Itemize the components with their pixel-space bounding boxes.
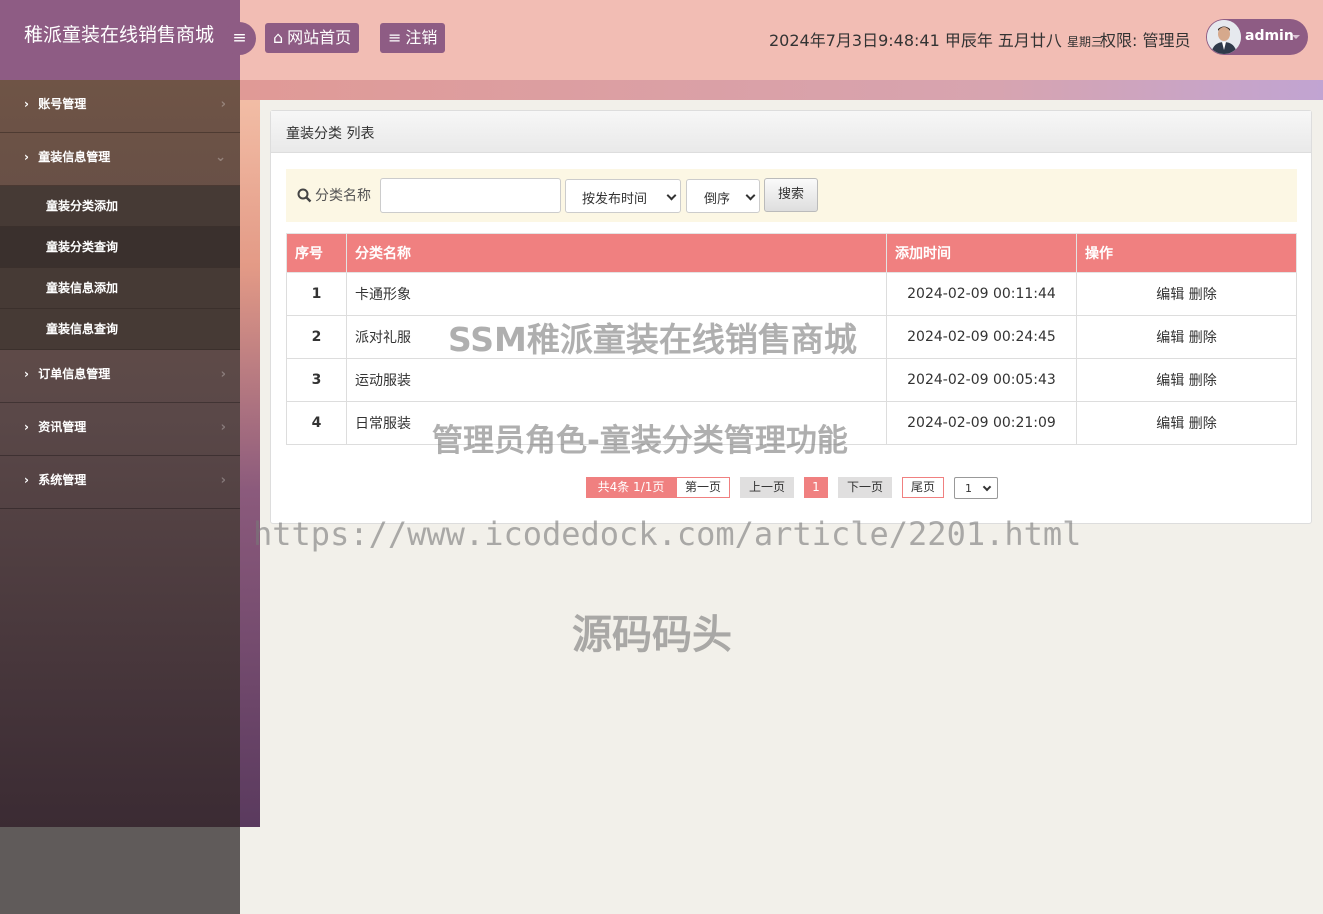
content-band xyxy=(240,80,1323,100)
search-label: 分类名称 xyxy=(315,188,371,204)
row-number: 2 xyxy=(286,315,347,359)
row-actions[interactable]: 编辑 删除 xyxy=(1076,358,1297,402)
row-number: 4 xyxy=(286,401,347,445)
row-number: 3 xyxy=(286,358,347,402)
home-icon: ⌂ xyxy=(273,28,284,47)
chevron-down-icon xyxy=(666,190,677,201)
sidebar-item-orders[interactable]: › 订单信息管理 › xyxy=(0,350,240,403)
watermark-subtitle: 管理员角色-童装分类管理功能 xyxy=(432,423,848,459)
logout-button[interactable]: ≡ 注销 xyxy=(380,23,446,53)
chevron-right-icon: › xyxy=(220,367,226,382)
user-menu[interactable]: admin xyxy=(1206,19,1308,55)
sidebar-item-clothing[interactable]: › 童装信息管理 ⌄ xyxy=(0,133,240,186)
chevron-down-icon xyxy=(982,482,992,492)
sidebar-item-label: 童装信息管理 xyxy=(38,150,111,164)
search-bar: 分类名称 按发布时间 倒序 搜索 xyxy=(286,169,1297,222)
table-row: 3 运动服装 2024-02-09 00:05:43 编辑 删除 xyxy=(286,358,1297,402)
added-time: 2024-02-09 00:05:43 xyxy=(886,358,1077,402)
column-header: 分类名称 xyxy=(346,233,887,273)
chevron-right-icon: › xyxy=(220,420,226,435)
first-page-button[interactable]: 第一页 xyxy=(676,477,730,498)
chevron-right-icon: › xyxy=(24,150,29,164)
row-actions[interactable]: 编辑 删除 xyxy=(1076,401,1297,445)
sidebar-item-label: 系统管理 xyxy=(38,473,87,487)
username: admin xyxy=(1245,28,1294,44)
page-select-value: 1 xyxy=(965,482,972,495)
sidebar-subitem-category-query[interactable]: 童装分类查询 xyxy=(0,227,240,268)
chevron-right-icon: › xyxy=(24,97,29,111)
page-select[interactable]: 1 xyxy=(954,477,998,499)
column-header: 序号 xyxy=(286,233,347,273)
avatar xyxy=(1207,20,1241,54)
category-name: 卡通形象 xyxy=(346,272,887,316)
prev-page-button[interactable]: 上一页 xyxy=(740,477,794,498)
search-button[interactable]: 搜索 xyxy=(764,178,818,212)
sidebar-item-label: 资讯管理 xyxy=(38,420,87,434)
sort-order-value: 倒序 xyxy=(704,192,731,207)
watermark-url: https://www.icodedock.com/article/2201.h… xyxy=(253,515,1082,553)
sidebar-subitem-category-add[interactable]: 童装分类添加 xyxy=(0,186,240,227)
sidebar: › 账号管理 › › 童装信息管理 ⌄ 童装分类添加 童装分类查询 童装信息添加… xyxy=(0,80,240,827)
datetime-text: 2024年7月3日9:48:41 甲辰年 五月廿八 xyxy=(769,31,1062,50)
sidebar-item-system[interactable]: › 系统管理 › xyxy=(0,456,240,509)
watermark-brand: 源码码头 xyxy=(572,612,732,658)
sidebar-item-news[interactable]: › 资讯管理 › xyxy=(0,403,240,456)
chevron-down-icon xyxy=(745,190,756,201)
added-time: 2024-02-09 00:21:09 xyxy=(886,401,1077,445)
sort-field-select[interactable]: 按发布时间 xyxy=(565,179,681,213)
decorative-stripe xyxy=(240,80,260,827)
last-page-button[interactable]: 尾页 xyxy=(902,477,944,498)
current-page[interactable]: 1 xyxy=(804,477,828,498)
menu-toggle-icon[interactable]: ≡ xyxy=(223,22,256,55)
table-header-row: 序号 分类名称 添加时间 操作 xyxy=(286,233,1297,273)
row-number: 1 xyxy=(286,272,347,316)
datetime: 2024年7月3日9:48:41 甲辰年 五月廿八 星期三 xyxy=(769,27,1103,51)
column-header: 操作 xyxy=(1076,233,1297,273)
chevron-down-icon xyxy=(1292,35,1300,39)
home-label: 网站首页 xyxy=(287,28,352,47)
sidebar-subitem-info-add[interactable]: 童装信息添加 xyxy=(0,268,240,309)
sort-order-select[interactable]: 倒序 xyxy=(686,179,760,213)
sidebar-footer xyxy=(0,827,240,914)
chevron-right-icon: › xyxy=(24,473,29,487)
row-actions[interactable]: 编辑 删除 xyxy=(1076,272,1297,316)
weekday: 星期三 xyxy=(1067,35,1104,49)
pagination-info: 共4条 1/1页 xyxy=(586,477,676,498)
row-actions[interactable]: 编辑 删除 xyxy=(1076,315,1297,359)
sidebar-item-account[interactable]: › 账号管理 › xyxy=(0,80,240,133)
table-row: 1 卡通形象 2024-02-09 00:11:44 编辑 删除 xyxy=(286,272,1297,316)
category-name-input[interactable] xyxy=(380,178,561,213)
search-icon xyxy=(297,188,312,207)
list-icon: ≡ xyxy=(388,28,402,47)
column-header: 添加时间 xyxy=(886,233,1077,273)
chevron-right-icon: › xyxy=(24,420,29,434)
sidebar-subitem-info-query[interactable]: 童装信息查询 xyxy=(0,309,240,350)
chevron-down-icon: ⌄ xyxy=(215,150,226,165)
chevron-right-icon: › xyxy=(220,473,226,488)
category-name: 运动服装 xyxy=(346,358,887,402)
chevron-right-icon: › xyxy=(24,367,29,381)
watermark-title: SSM稚派童装在线销售商城 xyxy=(448,320,857,359)
logout-label: 注销 xyxy=(405,28,438,47)
next-page-button[interactable]: 下一页 xyxy=(838,477,892,498)
added-time: 2024-02-09 00:24:45 xyxy=(886,315,1077,359)
sidebar-item-label: 账号管理 xyxy=(38,97,87,111)
home-button[interactable]: ⌂ 网站首页 xyxy=(265,23,360,53)
permission-label: 权限: 管理员 xyxy=(1100,31,1191,50)
sort-field-value: 按发布时间 xyxy=(582,192,648,207)
chevron-right-icon: › xyxy=(220,97,226,112)
added-time: 2024-02-09 00:11:44 xyxy=(886,272,1077,316)
panel-title: 童装分类 列表 xyxy=(271,111,1311,153)
brand-title: 稚派童装在线销售商城 xyxy=(0,0,240,80)
sidebar-item-label: 订单信息管理 xyxy=(38,367,111,381)
